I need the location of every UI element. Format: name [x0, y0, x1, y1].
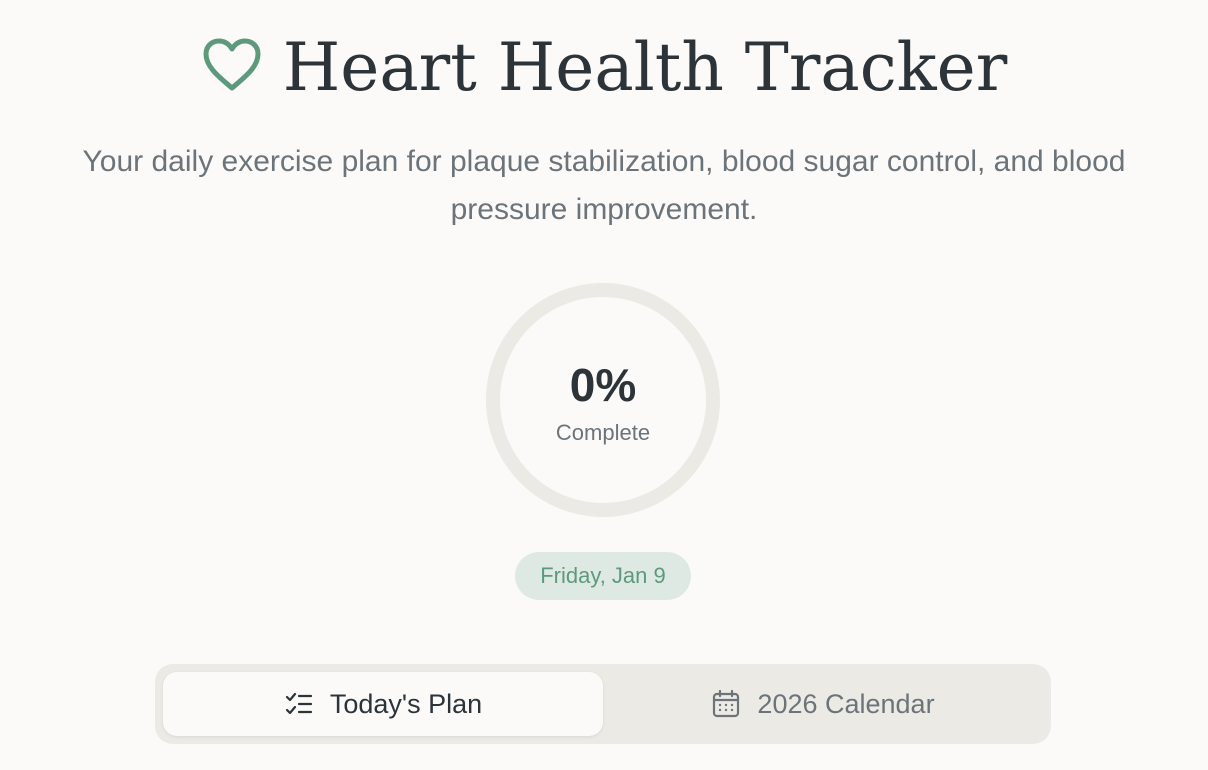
header: Heart Health Tracker: [0, 22, 1208, 112]
heart-outline-icon: [201, 37, 263, 93]
tab-todays-plan-label: Today's Plan: [329, 688, 483, 719]
tab-2026-calendar-label: 2026 Calendar: [757, 688, 935, 719]
view-tabs: Today's Plan 2026 Calendar: [155, 664, 1051, 744]
app-page: Heart Health Tracker Your daily exercise…: [0, 0, 1208, 770]
page-subtitle: Your daily exercise plan for plaque stab…: [82, 145, 1126, 226]
date-badge: Friday, Jan 9: [515, 552, 691, 600]
progress-label: Complete: [555, 420, 651, 445]
tab-todays-plan[interactable]: Today's Plan: [163, 672, 603, 736]
page-title: Heart Health Tracker: [282, 28, 1008, 106]
tab-2026-calendar[interactable]: 2026 Calendar: [603, 672, 1043, 736]
calendar-icon: [711, 689, 741, 719]
progress-ring: 0% Complete: [483, 280, 723, 520]
progress-percent: 0%: [569, 359, 637, 411]
checklist-icon: [284, 689, 314, 719]
